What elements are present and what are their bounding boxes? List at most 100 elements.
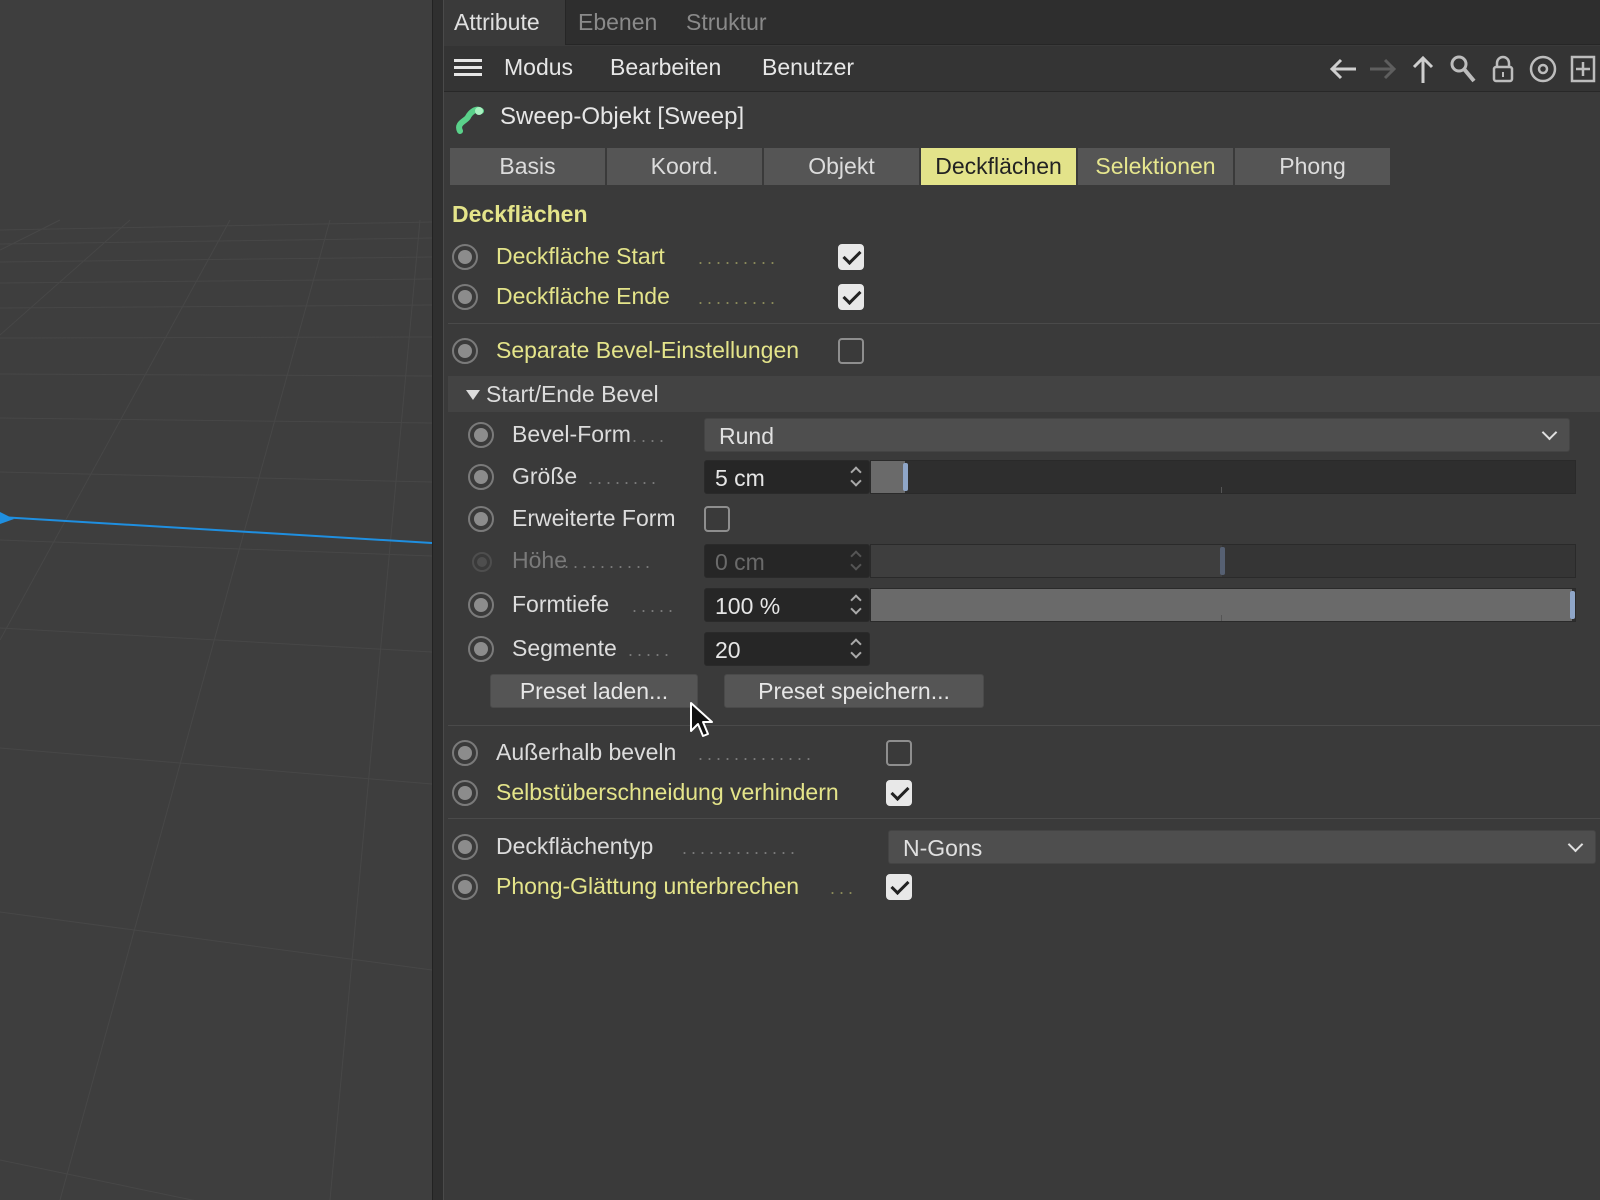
segments-input[interactable]: 20: [704, 632, 870, 666]
arrow-up-icon[interactable]: [1408, 54, 1438, 84]
separate-bevel-checkbox[interactable]: [838, 338, 864, 364]
height-label: Höhe: [512, 547, 567, 573]
animate-radio[interactable]: [452, 834, 478, 860]
animate-radio[interactable]: [452, 284, 478, 310]
height-slider: [870, 544, 1576, 578]
cap-start-label: Deckfläche Start: [496, 243, 665, 269]
slider-handle[interactable]: [1570, 591, 1575, 619]
outside-bevel-label: Außerhalb beveln: [496, 739, 677, 765]
cap-end-label: Deckfläche Ende: [496, 283, 670, 309]
hamburger-menu-icon[interactable]: [454, 55, 484, 81]
leader-dots: ..........: [564, 552, 655, 572]
phong-break-checkbox[interactable]: [886, 874, 912, 900]
tab-phong[interactable]: Phong: [1235, 148, 1391, 185]
manager-tabs: Attribute Ebenen Struktur: [444, 0, 1600, 45]
animate-radio[interactable]: [468, 464, 494, 490]
panel-splitter[interactable]: [432, 0, 444, 1200]
cap-end-checkbox[interactable]: [838, 284, 864, 310]
spline-line: [0, 516, 432, 544]
arrow-left-icon[interactable]: [1328, 54, 1358, 84]
add-window-icon[interactable]: [1568, 54, 1598, 84]
cap-type-dropdown[interactable]: N-Gons: [888, 830, 1596, 864]
sweep-object-icon: [456, 106, 484, 134]
mouse-cursor-icon: [690, 702, 713, 737]
spinner-arrows-icon[interactable]: [850, 592, 863, 618]
extended-form-label: Erweiterte Form: [512, 505, 676, 531]
depth-input[interactable]: 100 %: [704, 588, 870, 622]
viewport-3d[interactable]: [0, 0, 432, 1200]
menu-bar: Modus Bearbeiten Benutzer: [444, 46, 1600, 92]
spline-point: [0, 512, 14, 524]
chevron-down-icon: [1541, 424, 1558, 441]
preset-load-button[interactable]: Preset laden...: [490, 674, 698, 708]
bevel-form-dropdown[interactable]: Rund: [704, 418, 1570, 452]
spinner-arrows-icon: [850, 548, 863, 574]
depth-value: 100 %: [715, 593, 781, 619]
cap-start-checkbox[interactable]: [838, 244, 864, 270]
animate-radio[interactable]: [452, 244, 478, 270]
outside-bevel-checkbox[interactable]: [886, 740, 912, 766]
tab-basis[interactable]: Basis: [450, 148, 606, 185]
bevel-form-value: Rund: [719, 423, 774, 449]
bevel-group-title: Start/Ende Bevel: [486, 381, 659, 407]
animate-radio[interactable]: [452, 338, 478, 364]
bevel-group-header[interactable]: Start/Ende Bevel: [448, 376, 1600, 412]
animate-radio[interactable]: [468, 506, 494, 532]
leader-dots: ...: [830, 878, 858, 898]
slider-handle[interactable]: [903, 463, 908, 491]
height-value: 0 cm: [715, 549, 765, 575]
slider-tick: [1221, 615, 1222, 621]
self-intersection-checkbox[interactable]: [886, 780, 912, 806]
slider-tick: [1221, 487, 1222, 493]
leader-dots: .....: [628, 640, 674, 660]
animate-radio[interactable]: [468, 592, 494, 618]
tab-koord[interactable]: Koord.: [607, 148, 763, 185]
animate-radio[interactable]: [452, 874, 478, 900]
spinner-arrows-icon[interactable]: [850, 464, 863, 490]
object-title: Sweep-Objekt [Sweep]: [500, 103, 745, 130]
search-icon[interactable]: [1448, 54, 1478, 84]
leader-dots: ........: [588, 468, 661, 488]
slider-fill: [871, 545, 1222, 577]
tab-selektionen[interactable]: Selektionen: [1078, 148, 1234, 185]
arrow-right-icon[interactable]: [1368, 54, 1398, 84]
menu-bearbeiten[interactable]: Bearbeiten: [610, 46, 721, 92]
cap-type-value: N-Gons: [903, 835, 983, 861]
divider: [448, 323, 1600, 324]
tab-attribute[interactable]: Attribute: [444, 0, 566, 45]
section-title: Deckflächen: [452, 201, 588, 227]
extended-form-checkbox[interactable]: [704, 506, 730, 532]
animate-radio[interactable]: [452, 780, 478, 806]
menu-modus[interactable]: Modus: [504, 46, 573, 92]
tab-deckflaechen[interactable]: Deckflächen: [921, 148, 1077, 185]
animate-radio[interactable]: [452, 740, 478, 766]
tab-struktur[interactable]: Struktur: [676, 0, 777, 45]
leader-dots: .....: [632, 596, 678, 616]
leader-dots: .........: [698, 288, 780, 308]
tab-objekt[interactable]: Objekt: [764, 148, 920, 185]
animate-radio[interactable]: [468, 422, 494, 448]
leader-dots: .........: [698, 248, 780, 268]
slider-handle: [1220, 547, 1225, 575]
segments-label: Segmente: [512, 635, 617, 661]
height-input: 0 cm: [704, 544, 870, 578]
separate-bevel-label: Separate Bevel-Einstellungen: [496, 337, 800, 363]
preset-save-button[interactable]: Preset speichern...: [724, 674, 984, 708]
depth-slider[interactable]: [870, 588, 1576, 622]
animate-radio[interactable]: [468, 636, 494, 662]
bevel-form-label: Bevel-Form: [512, 421, 631, 447]
lock-icon[interactable]: [1488, 54, 1518, 84]
segments-value: 20: [715, 637, 741, 663]
size-label: Größe: [512, 463, 578, 489]
tab-ebenen[interactable]: Ebenen: [568, 0, 667, 45]
spinner-arrows-icon[interactable]: [850, 636, 863, 662]
chevron-down-icon: [1567, 836, 1584, 853]
size-value: 5 cm: [715, 465, 765, 491]
self-intersection-label: Selbstüberschneidung verhindern: [496, 779, 839, 805]
target-icon[interactable]: [1528, 54, 1558, 84]
depth-label: Formtiefe: [512, 591, 610, 617]
menu-benutzer[interactable]: Benutzer: [762, 46, 854, 92]
size-slider[interactable]: [870, 460, 1576, 494]
size-input[interactable]: 5 cm: [704, 460, 870, 494]
collapse-caret-icon[interactable]: [466, 390, 480, 400]
